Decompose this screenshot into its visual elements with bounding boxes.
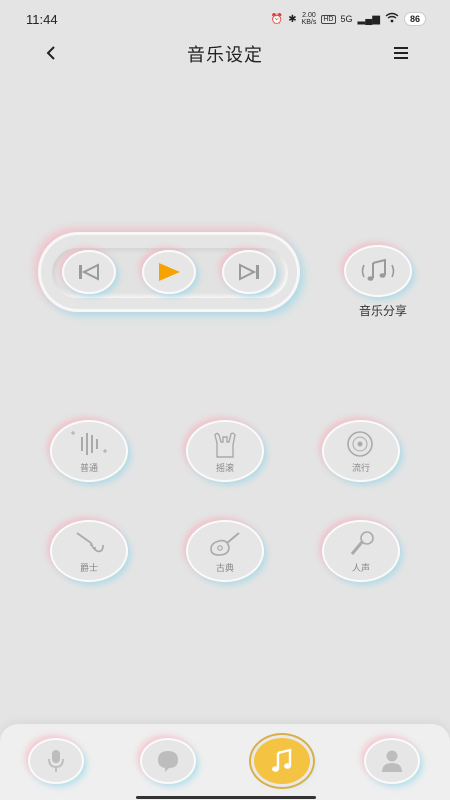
eq-preset-label: 流行 bbox=[351, 462, 370, 473]
wifi-icon bbox=[385, 12, 399, 26]
hamburger-menu-icon bbox=[394, 47, 408, 59]
sound-wave-icon bbox=[71, 430, 107, 455]
nav-item-profile[interactable] bbox=[364, 738, 420, 784]
battery-indicator: 86 bbox=[403, 12, 426, 26]
signal-bars-icon: ▂▄▆ bbox=[357, 13, 380, 25]
eq-preset-normal[interactable]: 普通 bbox=[50, 420, 128, 482]
eq-preset-label: 普通 bbox=[79, 462, 98, 473]
guitar-icon bbox=[210, 531, 240, 556]
previous-track-button[interactable] bbox=[62, 250, 116, 294]
music-share-label: 音乐分享 bbox=[358, 304, 407, 318]
skip-next-icon bbox=[239, 263, 259, 281]
network-speed: 2.00 KB/s bbox=[302, 12, 317, 26]
vinyl-disc-icon bbox=[347, 430, 373, 457]
eq-preset-label: 古典 bbox=[215, 562, 234, 573]
music-share-button[interactable] bbox=[344, 245, 412, 297]
chat-bubble-icon bbox=[158, 751, 178, 772]
status-time: 11:44 bbox=[26, 11, 58, 27]
app-header: 音乐设定 bbox=[0, 38, 450, 70]
eq-preset-label: 爵士 bbox=[79, 562, 98, 573]
eq-preset-label: 摇滚 bbox=[215, 462, 234, 473]
hd-badge: HD bbox=[321, 14, 336, 24]
eq-preset-vocal[interactable]: 人声 bbox=[322, 520, 400, 582]
eq-preset-classical[interactable]: 古典 bbox=[186, 520, 264, 582]
network-speed-value: 2.00 bbox=[302, 12, 316, 19]
back-button[interactable] bbox=[40, 42, 62, 64]
page-title: 音乐设定 bbox=[187, 45, 263, 65]
play-icon bbox=[159, 263, 180, 281]
status-icons: ⏰ ✱ 2.00 KB/s HD 5G ▂▄▆ 86 bbox=[271, 12, 426, 26]
chevron-left-icon bbox=[46, 46, 55, 60]
rock-hand-icon bbox=[214, 432, 236, 458]
microphone-icon bbox=[350, 530, 374, 555]
microphone-icon bbox=[48, 750, 64, 772]
home-indicator bbox=[136, 796, 316, 799]
skip-previous-icon bbox=[79, 263, 99, 281]
person-icon bbox=[382, 750, 402, 772]
nav-item-voice[interactable] bbox=[28, 738, 84, 784]
play-button[interactable] bbox=[142, 250, 196, 294]
eq-preset-rock[interactable]: 摇滚 bbox=[186, 420, 264, 482]
bluetooth-icon: ✱ bbox=[288, 13, 297, 25]
signal-label: 5G bbox=[340, 14, 353, 24]
saxophone-icon bbox=[76, 531, 104, 552]
next-track-button[interactable] bbox=[222, 250, 276, 294]
status-bar: 11:44 ⏰ ✱ 2.00 KB/s HD 5G ▂▄▆ 86 bbox=[0, 0, 450, 38]
music-note-broadcast-icon bbox=[361, 258, 395, 281]
nav-item-music[interactable] bbox=[254, 738, 310, 784]
music-note-icon bbox=[272, 748, 292, 772]
alarm-icon: ⏰ bbox=[270, 13, 284, 25]
network-speed-unit: KB/s bbox=[301, 19, 317, 26]
eq-preset-label: 人声 bbox=[351, 562, 370, 573]
nav-item-chat[interactable] bbox=[140, 738, 196, 784]
menu-button[interactable] bbox=[390, 42, 412, 64]
eq-preset-jazz[interactable]: 爵士 bbox=[50, 520, 128, 582]
eq-preset-pop[interactable]: 流行 bbox=[322, 420, 400, 482]
